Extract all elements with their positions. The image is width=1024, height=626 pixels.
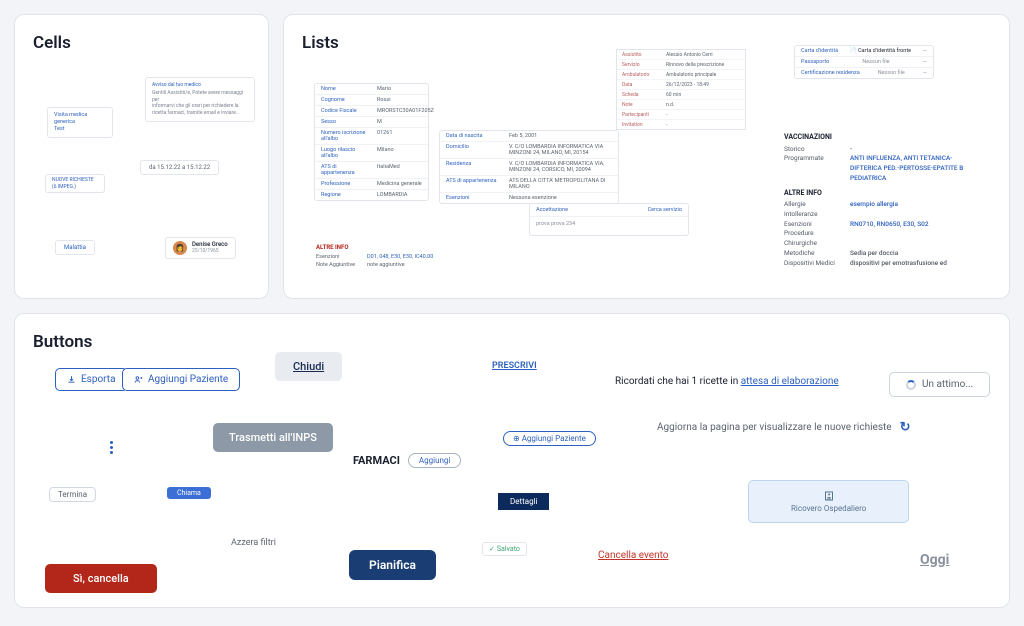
- ricovero-button[interactable]: Ricovero Ospedaliero: [748, 480, 909, 523]
- altre-heading: ALTRE INFO: [784, 188, 974, 199]
- oggi-link[interactable]: Oggi: [920, 552, 949, 568]
- table-indirizzi: Data di nascitaFeb 5, 2001DomicilioV. C/…: [439, 130, 619, 204]
- table-assistito: AssistitoAlessio Antonio CerriServizioRi…: [616, 49, 746, 130]
- user-plus-icon: [134, 375, 143, 384]
- cell-new-requests[interactable]: NUOVE RICHIESTE (6 IMPEG.): [45, 174, 105, 193]
- lists-panel: Lists NomeMarioCognomeRossiCodice Fiscal…: [283, 14, 1010, 299]
- ricette-link[interactable]: attesa di elaborazione: [741, 376, 839, 387]
- aggiungi-pill-button[interactable]: Aggiungi: [408, 453, 461, 468]
- chiudi-button[interactable]: Chiudi: [275, 352, 342, 381]
- cell-visit[interactable]: Visita medica generica Test: [47, 107, 113, 138]
- farmaci-label: FARMACI: [353, 454, 400, 467]
- person-date: 25/10/1965: [192, 249, 228, 255]
- aggiungi-paziente-button[interactable]: Aggiungi Paziente: [122, 368, 240, 391]
- spinner-icon: [906, 380, 916, 390]
- chip-malattia[interactable]: Malattia: [55, 240, 95, 255]
- download-icon: [67, 375, 76, 384]
- termina-button[interactable]: Termina: [49, 487, 96, 502]
- refresh-icon[interactable]: ↻: [900, 420, 911, 435]
- memo-body1: Gentili Assistiti/e, Potete avere messag…: [152, 90, 248, 104]
- cell-visit-line1: Visita medica generica: [54, 112, 87, 125]
- person-card[interactable]: 👩 Denise Greco 25/10/1965: [165, 237, 236, 259]
- cancella-evento-link[interactable]: Cancella evento: [598, 550, 669, 561]
- memo-title: Avviso dal tuo medico: [152, 82, 248, 89]
- avatar: 👩: [173, 241, 187, 255]
- aggiungi-paziente-pill[interactable]: ⊕Aggiungi Paziente: [503, 431, 596, 446]
- id-card-list: Carta d'identità📄 Carta d'identità front…: [794, 45, 934, 79]
- si-cancella-button[interactable]: Sì, cancella: [45, 564, 157, 593]
- vaccinazioni-panel: VACCINAZIONI Storico- ProgrammateANTI IN…: [784, 128, 974, 268]
- loading-button[interactable]: Un attimo...: [889, 372, 990, 397]
- buttons-panel: Buttons Esporta Aggiungi Paziente Chiudi…: [14, 313, 1010, 608]
- altre-info-mini: ALTRE INFO EsenzioniD01, 048, E30, E30, …: [316, 243, 436, 270]
- cell-memo[interactable]: Avviso dal tuo medico Gentili Assistiti/…: [145, 77, 255, 122]
- pianifica-button[interactable]: Pianifica: [349, 550, 436, 580]
- buttons-heading: Buttons: [33, 332, 991, 352]
- prescrivi-link[interactable]: PRESCRIVI: [492, 361, 537, 371]
- vacc-heading: VACCINAZIONI: [784, 132, 974, 143]
- esporta-button[interactable]: Esporta: [55, 368, 128, 391]
- dettagli-button[interactable]: Dettagli: [498, 493, 549, 510]
- user-plus-icon: ⊕: [513, 434, 520, 443]
- strip-accettazione[interactable]: AccettazioneCerca servizio prova prova 2…: [529, 203, 689, 236]
- hospital-icon: [823, 490, 835, 502]
- azzera-filtri-link[interactable]: Azzera filtri: [231, 538, 276, 548]
- kebab-menu-icon[interactable]: [110, 441, 113, 454]
- aggiorna-text: Aggiorna la pagina per visualizzare le n…: [657, 420, 910, 435]
- memo-body2: informarvi che gli orari per richiedere …: [152, 103, 248, 110]
- chiama-button[interactable]: Chiama: [167, 487, 211, 499]
- salvato-chip: ✓Salvato: [482, 542, 527, 556]
- trasmetti-button[interactable]: Trasmetti all'INPS: [213, 423, 333, 452]
- date-range-chip[interactable]: da 15.12.22 a 15.12.22: [140, 160, 219, 175]
- memo-body3: ricetta farmaci, tramite email e inviare…: [152, 110, 248, 117]
- table-anagrafica: NomeMarioCognomeRossiCodice FiscaleMRORS…: [314, 83, 429, 201]
- cells-heading: Cells: [33, 33, 250, 53]
- cells-panel: Cells Visita medica generica Test Avviso…: [14, 14, 269, 299]
- check-icon: ✓: [489, 545, 495, 553]
- ricette-text: Ricordati che hai 1 ricette in attesa di…: [615, 376, 839, 387]
- cell-visit-line2: Test: [54, 126, 65, 132]
